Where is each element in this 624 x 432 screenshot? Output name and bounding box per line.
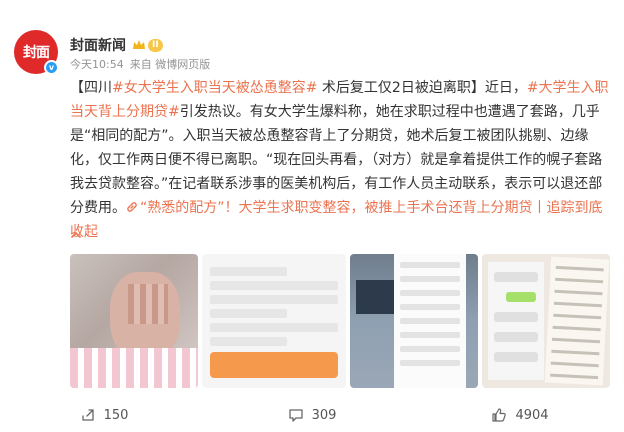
avatar-logo-text: 封面 — [23, 45, 50, 61]
verified-badge-icon: v — [44, 60, 59, 75]
post-meta: 今天10:54 来自 微博网页版 — [70, 56, 210, 72]
article-link[interactable]: “熟悉的配方”！大学生求职变整容，被推上手术台还背上分期贷丨追踪到底 — [126, 200, 603, 216]
post-time[interactable]: 今天10:54 — [70, 56, 124, 72]
repost-icon — [81, 409, 94, 421]
post-text: 【四川#女大学生入职当天被怂恿整容# 术后复工仅2日被迫离职】近日，#大学生入职… — [70, 76, 610, 244]
post-image[interactable] — [350, 254, 478, 388]
chevron-up-icon[interactable] — [70, 230, 82, 240]
topic-tag[interactable]: #女大学生入职当天被怂恿整容# — [112, 80, 317, 96]
like-button[interactable]: 4904 — [416, 398, 624, 432]
repost-button[interactable]: 150 — [0, 398, 208, 432]
author-name[interactable]: 封面新闻 — [70, 35, 126, 55]
weibo-post: 封面 v 封面新闻 II 今天10:54 来自 微博网页版 【四川#女大学生入职… — [0, 0, 624, 432]
author-row: 封面新闻 II — [70, 35, 163, 55]
image-grid — [70, 254, 610, 388]
post-source: 来自 微博网页版 — [129, 58, 211, 71]
comment-count: 309 — [311, 407, 337, 423]
post-image[interactable] — [70, 254, 198, 388]
text-segment: 术后复工仅2日被迫离职】近日， — [317, 80, 527, 96]
like-icon — [492, 408, 507, 422]
post-image[interactable] — [482, 254, 610, 388]
like-count: 4904 — [515, 407, 549, 423]
comment-icon — [288, 409, 303, 422]
post-image[interactable] — [202, 254, 346, 388]
level-badge[interactable]: II — [148, 38, 163, 52]
link-icon — [127, 202, 137, 212]
article-link-text: “熟悉的配方”！大学生求职变整容，被推上手术台还背上分期贷丨追踪到底 — [140, 200, 603, 216]
comment-button[interactable]: 309 — [208, 398, 416, 432]
crown-icon[interactable] — [132, 39, 146, 51]
repost-count: 150 — [103, 407, 129, 423]
action-bar: 150 309 4904 — [0, 398, 624, 432]
text-prefix: 【四川 — [70, 80, 112, 96]
